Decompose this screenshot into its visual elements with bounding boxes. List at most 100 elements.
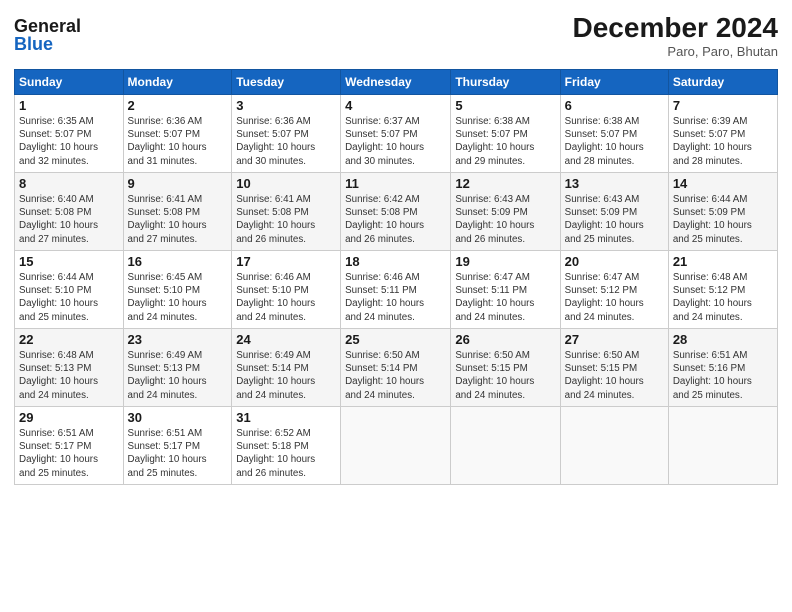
day-info: Sunrise: 6:52 AMSunset: 5:18 PMDaylight:… bbox=[236, 427, 336, 480]
day-info: Sunrise: 6:41 AMSunset: 5:08 PMDaylight:… bbox=[236, 193, 336, 246]
logo: General Blue bbox=[14, 12, 124, 61]
table-cell: 24 Sunrise: 6:49 AMSunset: 5:14 PMDayligh… bbox=[232, 329, 341, 407]
day-info: Sunrise: 6:39 AMSunset: 5:07 PMDaylight:… bbox=[673, 115, 773, 168]
table-cell: 17 Sunrise: 6:46 AMSunset: 5:10 PMDayligh… bbox=[232, 251, 341, 329]
table-cell: 27 Sunrise: 6:50 AMSunset: 5:15 PMDayligh… bbox=[560, 329, 668, 407]
day-number: 17 bbox=[236, 254, 336, 269]
day-number: 5 bbox=[455, 98, 555, 113]
day-info: Sunrise: 6:37 AMSunset: 5:07 PMDaylight:… bbox=[345, 115, 446, 168]
col-wednesday: Wednesday bbox=[341, 70, 451, 95]
week-row-5: 29 Sunrise: 6:51 AMSunset: 5:17 PMDayligh… bbox=[15, 407, 778, 485]
table-cell: 25Sunrise: 6:50 AMSunset: 5:14 PMDayligh… bbox=[341, 329, 451, 407]
day-number: 11 bbox=[345, 176, 446, 191]
table-cell: 19 Sunrise: 6:47 AMSunset: 5:11 PMDayligh… bbox=[451, 251, 560, 329]
svg-text:Blue: Blue bbox=[14, 34, 53, 54]
day-info: Sunrise: 6:42 AMSunset: 5:08 PMDaylight:… bbox=[345, 193, 446, 246]
col-monday: Monday bbox=[123, 70, 232, 95]
week-row-4: 22 Sunrise: 6:48 AMSunset: 5:13 PMDayligh… bbox=[15, 329, 778, 407]
svg-text:General: General bbox=[14, 16, 81, 36]
day-info: Sunrise: 6:45 AMSunset: 5:10 PMDaylight:… bbox=[128, 271, 228, 324]
table-cell: 26 Sunrise: 6:50 AMSunset: 5:15 PMDayligh… bbox=[451, 329, 560, 407]
day-number: 30 bbox=[128, 410, 228, 425]
day-info: Sunrise: 6:50 AMSunset: 5:15 PMDaylight:… bbox=[565, 349, 664, 402]
day-info: Sunrise: 6:38 AMSunset: 5:07 PMDaylight:… bbox=[455, 115, 555, 168]
day-info: Sunrise: 6:47 AMSunset: 5:11 PMDaylight:… bbox=[455, 271, 555, 324]
day-number: 16 bbox=[128, 254, 228, 269]
table-cell bbox=[341, 407, 451, 485]
day-number: 8 bbox=[19, 176, 119, 191]
day-info: Sunrise: 6:40 AMSunset: 5:08 PMDaylight:… bbox=[19, 193, 119, 246]
day-number: 25 bbox=[345, 332, 446, 347]
day-number: 20 bbox=[565, 254, 664, 269]
day-info: Sunrise: 6:47 AMSunset: 5:12 PMDaylight:… bbox=[565, 271, 664, 324]
table-cell: 30 Sunrise: 6:51 AMSunset: 5:17 PMDayligh… bbox=[123, 407, 232, 485]
day-number: 24 bbox=[236, 332, 336, 347]
table-cell: 21Sunrise: 6:48 AMSunset: 5:12 PMDayligh… bbox=[668, 251, 777, 329]
day-number: 26 bbox=[455, 332, 555, 347]
table-cell: 4Sunrise: 6:37 AMSunset: 5:07 PMDaylight… bbox=[341, 95, 451, 173]
day-info: Sunrise: 6:41 AMSunset: 5:08 PMDaylight:… bbox=[128, 193, 228, 246]
table-cell: 11 Sunrise: 6:42 AMSunset: 5:08 PMDayligh… bbox=[341, 173, 451, 251]
table-cell: 5 Sunrise: 6:38 AMSunset: 5:07 PMDaylight… bbox=[451, 95, 560, 173]
header: General Blue December 2024 Paro, Paro, B… bbox=[14, 12, 778, 61]
title-section: December 2024 Paro, Paro, Bhutan bbox=[573, 12, 778, 59]
day-number: 22 bbox=[19, 332, 119, 347]
header-row: Sunday Monday Tuesday Wednesday Thursday… bbox=[15, 70, 778, 95]
table-cell: 22 Sunrise: 6:48 AMSunset: 5:13 PMDayligh… bbox=[15, 329, 124, 407]
table-cell: 6 Sunrise: 6:38 AMSunset: 5:07 PMDaylight… bbox=[560, 95, 668, 173]
day-info: Sunrise: 6:50 AMSunset: 5:15 PMDaylight:… bbox=[455, 349, 555, 402]
table-cell: 31 Sunrise: 6:52 AMSunset: 5:18 PMDayligh… bbox=[232, 407, 341, 485]
table-cell: 29 Sunrise: 6:51 AMSunset: 5:17 PMDayligh… bbox=[15, 407, 124, 485]
week-row-2: 8 Sunrise: 6:40 AMSunset: 5:08 PMDaylight… bbox=[15, 173, 778, 251]
table-cell: 23 Sunrise: 6:49 AMSunset: 5:13 PMDayligh… bbox=[123, 329, 232, 407]
day-info: Sunrise: 6:35 AMSunset: 5:07 PMDaylight:… bbox=[19, 115, 119, 168]
day-info: Sunrise: 6:46 AMSunset: 5:10 PMDaylight:… bbox=[236, 271, 336, 324]
day-number: 14 bbox=[673, 176, 773, 191]
day-number: 2 bbox=[128, 98, 228, 113]
calendar-container: General Blue December 2024 Paro, Paro, B… bbox=[0, 0, 792, 612]
day-info: Sunrise: 6:48 AMSunset: 5:13 PMDaylight:… bbox=[19, 349, 119, 402]
table-cell: 20 Sunrise: 6:47 AMSunset: 5:12 PMDayligh… bbox=[560, 251, 668, 329]
day-number: 6 bbox=[565, 98, 664, 113]
day-number: 7 bbox=[673, 98, 773, 113]
col-saturday: Saturday bbox=[668, 70, 777, 95]
day-info: Sunrise: 6:44 AMSunset: 5:10 PMDaylight:… bbox=[19, 271, 119, 324]
day-number: 12 bbox=[455, 176, 555, 191]
table-cell: 7 Sunrise: 6:39 AMSunset: 5:07 PMDaylight… bbox=[668, 95, 777, 173]
day-info: Sunrise: 6:46 AMSunset: 5:11 PMDaylight:… bbox=[345, 271, 446, 324]
week-row-3: 15Sunrise: 6:44 AMSunset: 5:10 PMDayligh… bbox=[15, 251, 778, 329]
table-cell: 2 Sunrise: 6:36 AMSunset: 5:07 PMDaylight… bbox=[123, 95, 232, 173]
day-number: 31 bbox=[236, 410, 336, 425]
day-number: 1 bbox=[19, 98, 119, 113]
table-cell: 3 Sunrise: 6:36 AMSunset: 5:07 PMDaylight… bbox=[232, 95, 341, 173]
day-info: Sunrise: 6:48 AMSunset: 5:12 PMDaylight:… bbox=[673, 271, 773, 324]
table-cell: 28Sunrise: 6:51 AMSunset: 5:16 PMDayligh… bbox=[668, 329, 777, 407]
location: Paro, Paro, Bhutan bbox=[573, 44, 778, 59]
day-info: Sunrise: 6:38 AMSunset: 5:07 PMDaylight:… bbox=[565, 115, 664, 168]
day-info: Sunrise: 6:36 AMSunset: 5:07 PMDaylight:… bbox=[128, 115, 228, 168]
day-info: Sunrise: 6:43 AMSunset: 5:09 PMDaylight:… bbox=[455, 193, 555, 246]
col-tuesday: Tuesday bbox=[232, 70, 341, 95]
day-number: 23 bbox=[128, 332, 228, 347]
day-info: Sunrise: 6:44 AMSunset: 5:09 PMDaylight:… bbox=[673, 193, 773, 246]
table-cell bbox=[560, 407, 668, 485]
day-info: Sunrise: 6:49 AMSunset: 5:14 PMDaylight:… bbox=[236, 349, 336, 402]
table-cell bbox=[451, 407, 560, 485]
table-cell: 16 Sunrise: 6:45 AMSunset: 5:10 PMDayligh… bbox=[123, 251, 232, 329]
day-info: Sunrise: 6:51 AMSunset: 5:17 PMDaylight:… bbox=[19, 427, 119, 480]
day-info: Sunrise: 6:49 AMSunset: 5:13 PMDaylight:… bbox=[128, 349, 228, 402]
day-number: 3 bbox=[236, 98, 336, 113]
day-number: 29 bbox=[19, 410, 119, 425]
day-number: 19 bbox=[455, 254, 555, 269]
col-thursday: Thursday bbox=[451, 70, 560, 95]
day-info: Sunrise: 6:51 AMSunset: 5:17 PMDaylight:… bbox=[128, 427, 228, 480]
table-cell: 13Sunrise: 6:43 AMSunset: 5:09 PMDayligh… bbox=[560, 173, 668, 251]
day-info: Sunrise: 6:51 AMSunset: 5:16 PMDaylight:… bbox=[673, 349, 773, 402]
table-cell: 8 Sunrise: 6:40 AMSunset: 5:08 PMDaylight… bbox=[15, 173, 124, 251]
table-cell: 15Sunrise: 6:44 AMSunset: 5:10 PMDayligh… bbox=[15, 251, 124, 329]
day-number: 27 bbox=[565, 332, 664, 347]
day-info: Sunrise: 6:36 AMSunset: 5:07 PMDaylight:… bbox=[236, 115, 336, 168]
day-number: 9 bbox=[128, 176, 228, 191]
table-cell: 18Sunrise: 6:46 AMSunset: 5:11 PMDayligh… bbox=[341, 251, 451, 329]
col-friday: Friday bbox=[560, 70, 668, 95]
